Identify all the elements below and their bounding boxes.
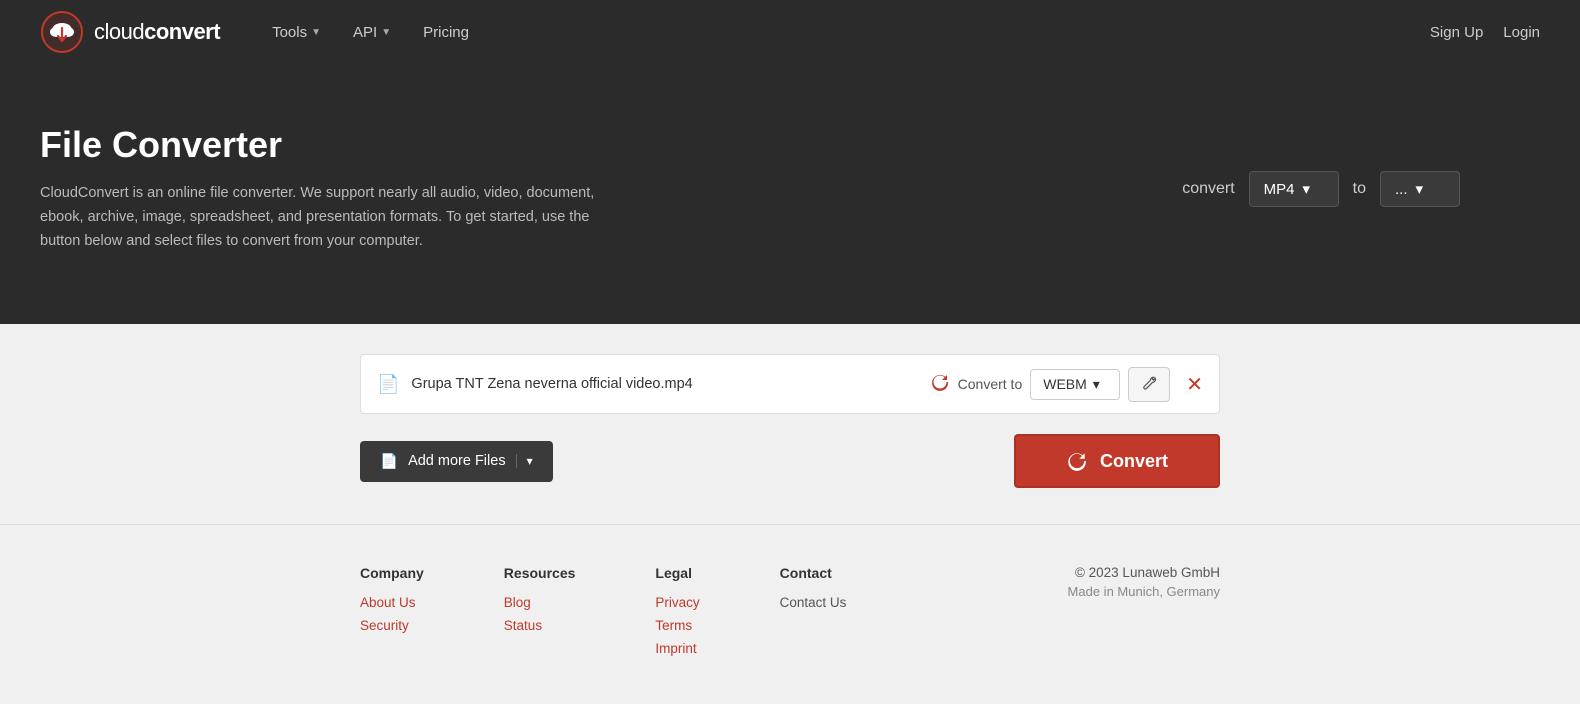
hero-description: CloudConvert is an online file converter… xyxy=(40,182,600,254)
add-files-doc-icon: 📄 xyxy=(380,453,398,470)
footer-terms-link[interactable]: Terms xyxy=(655,618,699,633)
logo[interactable]: cloudconvert xyxy=(40,10,220,54)
footer-status-link[interactable]: Status xyxy=(504,618,576,633)
api-chevron-icon: ▼ xyxy=(381,27,391,38)
main-content: 📄 Grupa TNT Zena neverna official video.… xyxy=(0,324,1580,524)
hero-title: File Converter xyxy=(40,124,600,166)
logo-icon xyxy=(40,10,84,54)
convert-button[interactable]: Convert xyxy=(1014,434,1220,488)
format-from-dropdown[interactable]: MP4 ▾ xyxy=(1249,171,1339,207)
hero-converter: convert MP4 ▾ to ... ▾ xyxy=(1182,171,1460,207)
refresh-file-icon[interactable] xyxy=(930,372,950,397)
convert-button-label: Convert xyxy=(1100,451,1168,472)
webm-chevron-icon: ▾ xyxy=(1093,376,1100,393)
file-doc-icon: 📄 xyxy=(377,374,399,395)
convert-to-label: Convert to xyxy=(958,376,1023,392)
footer-legal-heading: Legal xyxy=(655,565,699,581)
to-label: to xyxy=(1353,180,1366,198)
remove-file-button[interactable]: ✕ xyxy=(1186,372,1203,397)
format-to-dropdown[interactable]: ... ▾ xyxy=(1380,171,1460,207)
footer-about-link[interactable]: About Us xyxy=(360,595,424,610)
nav-pricing[interactable]: Pricing xyxy=(411,16,481,49)
bottom-row: 📄 Add more Files ▾ Convert xyxy=(360,434,1220,488)
footer-contact-col: Contact Contact Us xyxy=(780,565,847,664)
hero-left: File Converter CloudConvert is an online… xyxy=(40,124,600,254)
convert-label: convert xyxy=(1182,180,1234,198)
hero-section: File Converter CloudConvert is an online… xyxy=(0,64,1580,324)
header: cloudconvert Tools ▼ API ▼ Pricing Sign … xyxy=(0,0,1580,64)
footer-company-heading: Company xyxy=(360,565,424,581)
logo-text: cloudconvert xyxy=(94,19,220,45)
footer-location-text: Made in Munich, Germany xyxy=(1068,584,1220,599)
nav-tools[interactable]: Tools ▼ xyxy=(260,16,333,49)
tools-chevron-icon: ▼ xyxy=(311,27,321,38)
footer-resources-heading: Resources xyxy=(504,565,576,581)
nav-api[interactable]: API ▼ xyxy=(341,16,403,49)
format-webm-dropdown[interactable]: WEBM ▾ xyxy=(1030,369,1120,400)
add-files-chevron-icon: ▾ xyxy=(516,454,533,468)
login-link[interactable]: Login xyxy=(1503,24,1540,41)
footer-copyright-text: © 2023 Lunaweb GmbH xyxy=(1068,565,1220,580)
format-to-chevron-icon: ▾ xyxy=(1416,180,1424,198)
footer-contact-heading: Contact xyxy=(780,565,847,581)
add-more-files-button[interactable]: 📄 Add more Files ▾ xyxy=(360,441,553,482)
main-nav: Tools ▼ API ▼ Pricing xyxy=(260,16,481,49)
signup-link[interactable]: Sign Up xyxy=(1430,24,1483,41)
file-row: 📄 Grupa TNT Zena neverna official video.… xyxy=(360,354,1220,414)
footer: Company About Us Security Resources Blog… xyxy=(0,524,1580,704)
footer-copyright: © 2023 Lunaweb GmbH Made in Munich, Germ… xyxy=(1068,565,1220,664)
add-files-label: Add more Files xyxy=(408,453,506,469)
footer-privacy-link[interactable]: Privacy xyxy=(655,595,699,610)
header-auth: Sign Up Login xyxy=(1430,24,1540,41)
footer-company-col: Company About Us Security xyxy=(360,565,424,664)
format-from-chevron-icon: ▾ xyxy=(1303,180,1311,198)
file-name: Grupa TNT Zena neverna official video.mp… xyxy=(411,376,929,392)
convert-icon xyxy=(1066,450,1088,472)
footer-imprint-link[interactable]: Imprint xyxy=(655,641,699,656)
footer-resources-col: Resources Blog Status xyxy=(504,565,576,664)
footer-columns: Company About Us Security Resources Blog… xyxy=(360,565,1220,664)
footer-blog-link[interactable]: Blog xyxy=(504,595,576,610)
footer-contactus-link[interactable]: Contact Us xyxy=(780,595,847,610)
footer-legal-col: Legal Privacy Terms Imprint xyxy=(655,565,699,664)
settings-wrench-button[interactable] xyxy=(1128,367,1170,402)
footer-security-link[interactable]: Security xyxy=(360,618,424,633)
